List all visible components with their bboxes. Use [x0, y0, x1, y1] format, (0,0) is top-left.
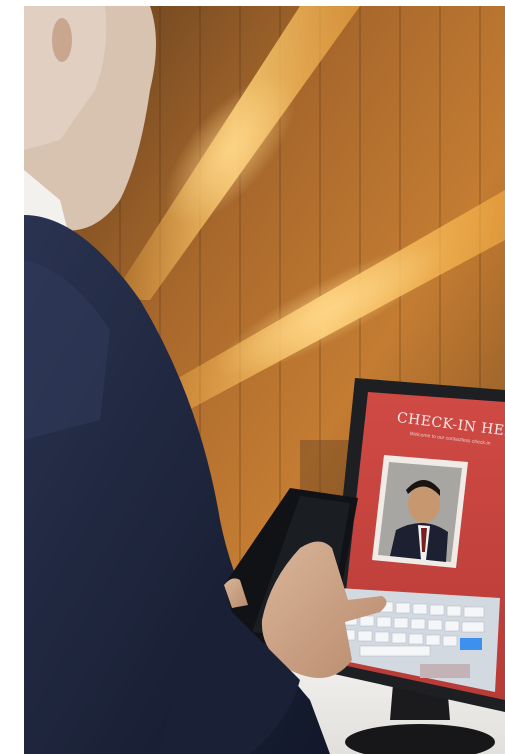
left-border: [0, 0, 24, 754]
photo-scene: CHECK-IN HERE Welcome to our contactless…: [0, 0, 505, 754]
kiosk-checkin-photo: [24, 6, 505, 754]
top-border: [0, 0, 505, 6]
